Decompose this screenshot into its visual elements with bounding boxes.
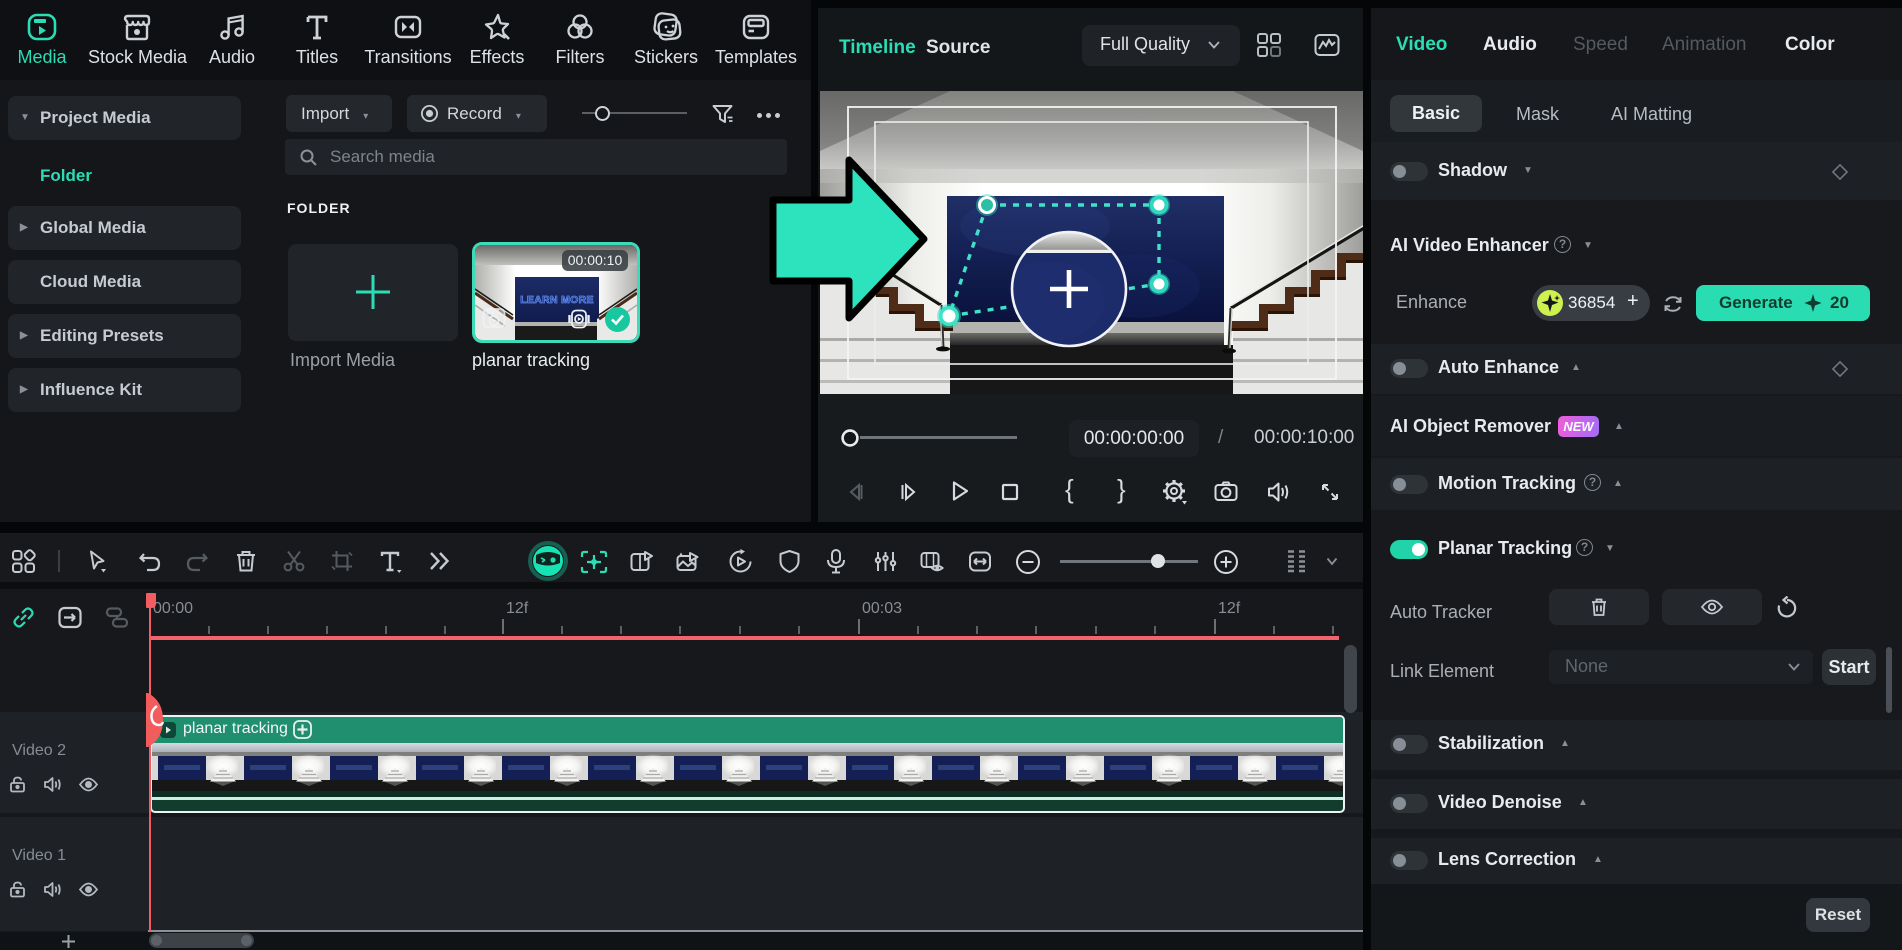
svg-text:LEARN MORE: LEARN MORE bbox=[520, 294, 594, 306]
